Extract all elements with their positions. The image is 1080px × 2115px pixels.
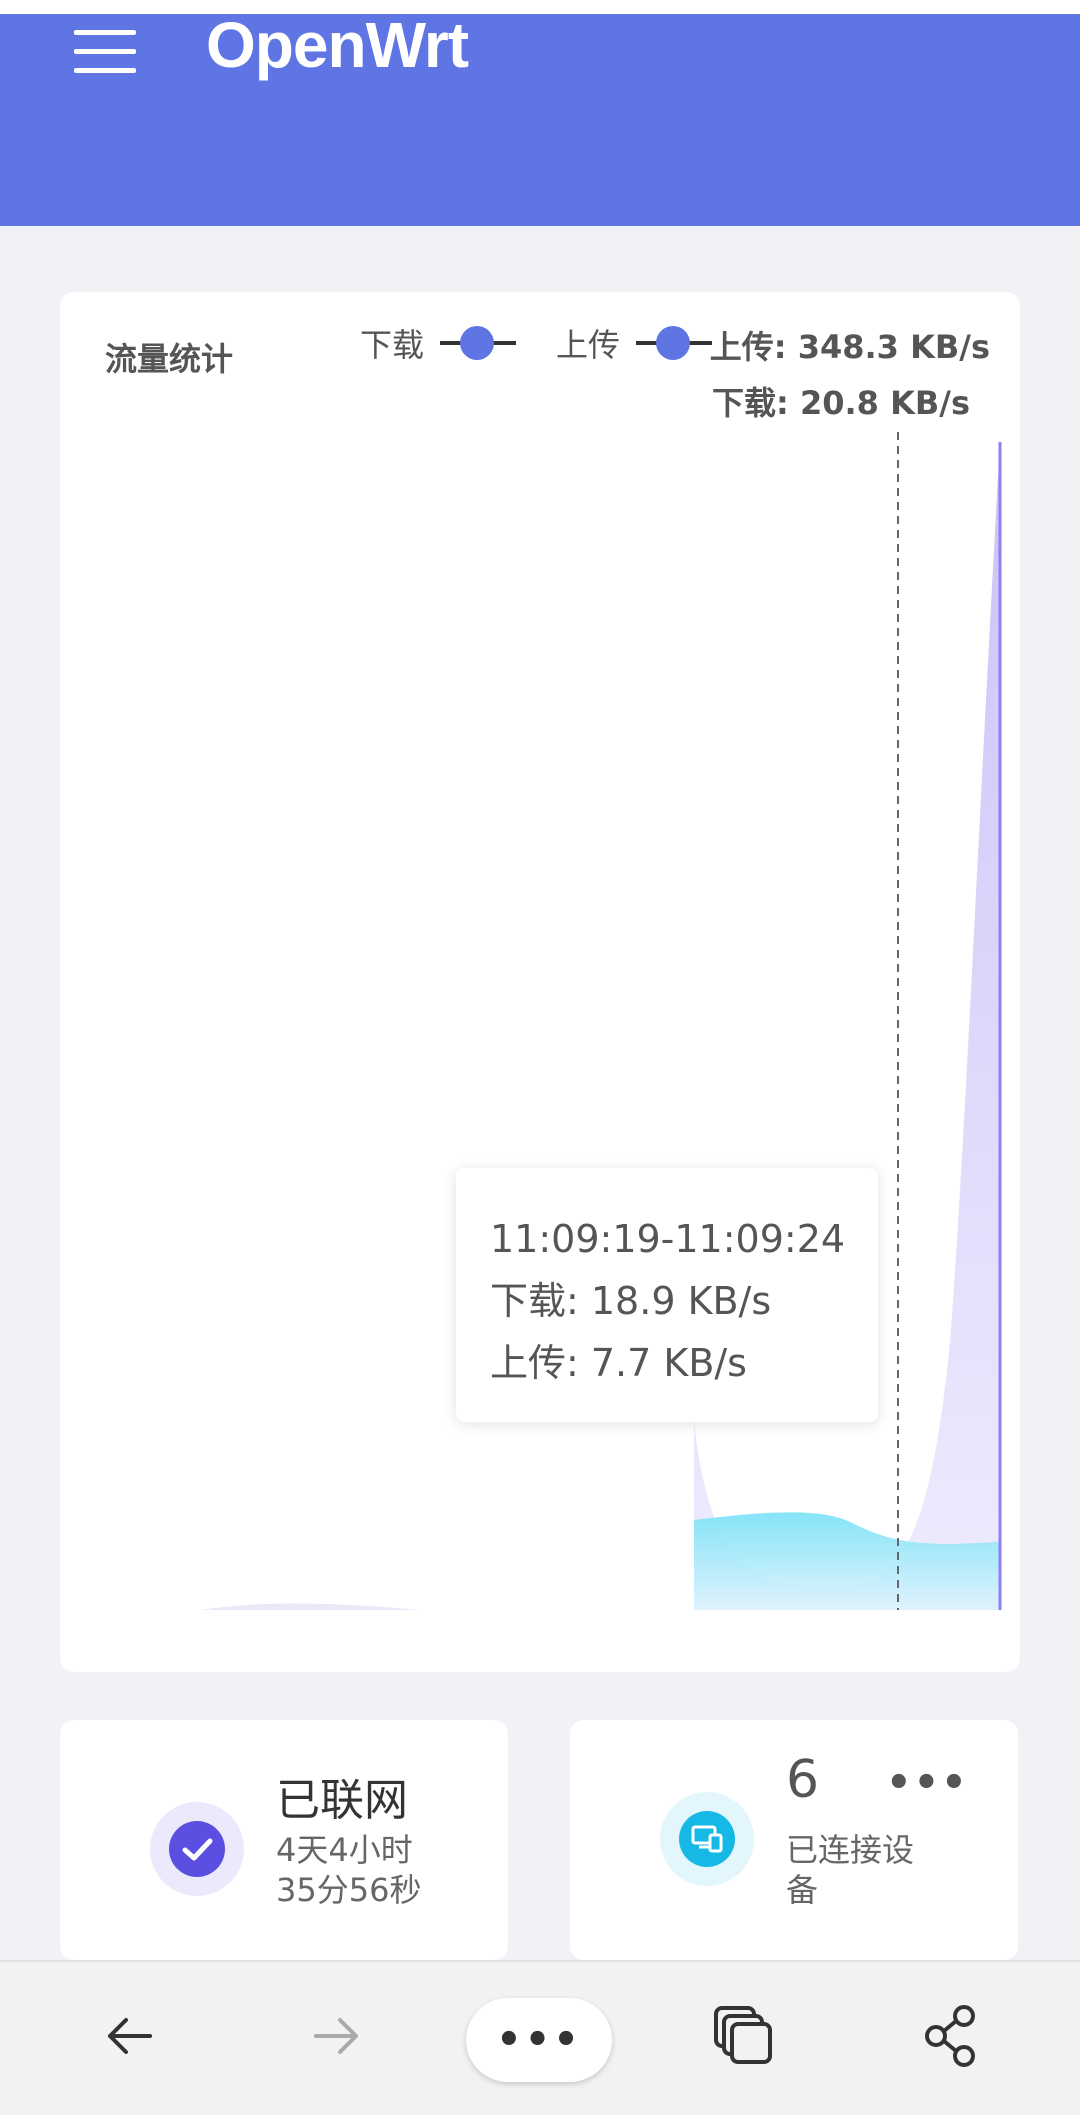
network-status-title: 已联网 bbox=[276, 1775, 408, 1826]
network-status-card[interactable]: 已联网 4天4小时 35分56秒 bbox=[60, 1720, 508, 1960]
tooltip-download: 下载: 18.9 KB/s bbox=[490, 1279, 772, 1323]
arrow-left-icon[interactable] bbox=[90, 1996, 170, 2076]
traffic-chart[interactable] bbox=[60, 292, 1020, 1672]
tooltip-time: 11:09:19-11:09:24 bbox=[490, 1217, 846, 1261]
devices-card[interactable]: 6 ••• 已连接设 备 bbox=[570, 1720, 1018, 1960]
more-icon[interactable]: ••• bbox=[886, 1760, 969, 1806]
check-icon bbox=[150, 1802, 244, 1896]
tooltip-upload: 上传: 7.7 KB/s bbox=[490, 1341, 747, 1385]
browser-menu-button[interactable]: ••• bbox=[466, 1998, 612, 2082]
tabs-icon[interactable] bbox=[702, 1996, 782, 2076]
uptime-line2: 35分56秒 bbox=[276, 1871, 422, 1909]
status-strip bbox=[0, 0, 1080, 14]
devices-label-line1: 已连接设 bbox=[786, 1831, 915, 1869]
share-icon[interactable] bbox=[910, 1996, 990, 2076]
uptime-line1: 4天4小时 bbox=[276, 1831, 413, 1869]
menu-icon[interactable] bbox=[74, 30, 136, 74]
devices-icon bbox=[660, 1792, 754, 1886]
app-header: OpenWrt bbox=[0, 9, 1080, 226]
upload-area bbox=[200, 1603, 420, 1610]
devices-label-line2: 备 bbox=[786, 1871, 819, 1909]
arrow-right-icon[interactable] bbox=[296, 1996, 376, 2076]
traffic-card: 流量统计 下载 上传 上传: 348.3 KB/s 下载: 20.8 KB/s … bbox=[60, 292, 1020, 1672]
device-count: 6 bbox=[786, 1750, 820, 1810]
openwrt-logo[interactable]: OpenWrt bbox=[206, 8, 469, 82]
chart-tooltip: 11:09:19-11:09:24 下载: 18.9 KB/s 上传: 7.7 … bbox=[456, 1168, 878, 1422]
browser-bottom-bar: ••• bbox=[0, 1960, 1080, 2115]
upload-area bbox=[694, 440, 1000, 1610]
